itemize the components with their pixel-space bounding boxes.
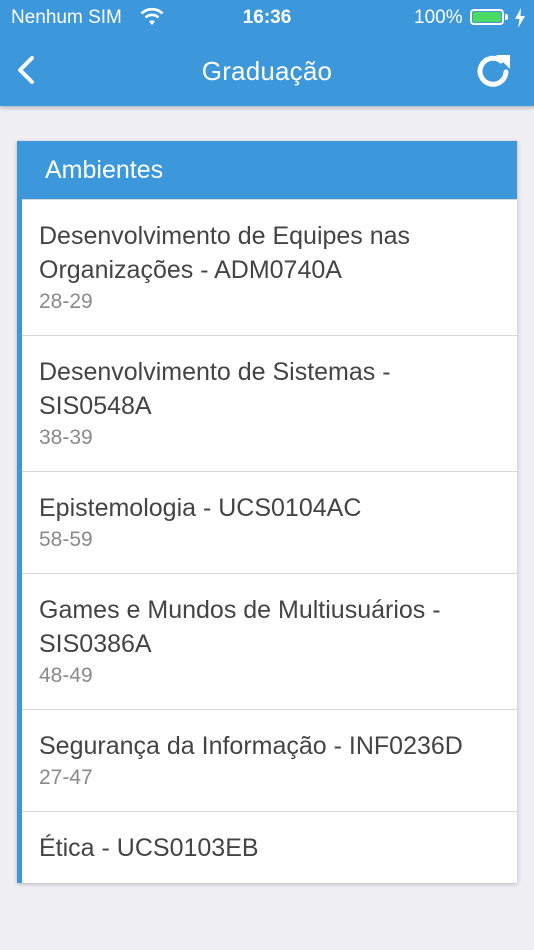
charging-bolt-icon — [515, 8, 525, 28]
item-subtitle: 27-47 — [39, 766, 93, 789]
item-title: Desenvolvimento de Equipes nas Organizaç… — [39, 222, 411, 284]
item-subtitle: 48-49 — [39, 664, 93, 687]
list-item[interactable]: Desenvolvimento de Sistemas - SIS0548A 3… — [22, 335, 517, 471]
refresh-icon — [477, 55, 510, 87]
list-item[interactable]: Games e Mundos de Multiusuários - SIS038… — [22, 573, 517, 709]
item-subtitle: 28-29 — [39, 290, 93, 313]
item-title: Ética - UCS0103EB — [39, 834, 259, 862]
item-title: Segurança da Informação - INF0236D — [39, 732, 463, 760]
item-title: Epistemologia - UCS0104AC — [39, 494, 362, 522]
battery-tip — [505, 14, 508, 20]
item-title: Games e Mundos de Multiusuários - SIS038… — [39, 596, 441, 658]
status-bar: Nenhum SIM 16:36 100% — [0, 0, 534, 36]
item-subtitle: 58-59 — [39, 528, 93, 551]
battery-percent: 100% — [414, 7, 463, 28]
list-item[interactable]: Epistemologia - UCS0104AC 58-59 — [22, 471, 517, 573]
item-subtitle: 38-39 — [39, 426, 93, 449]
navigation-bar: Graduação — [0, 36, 534, 106]
item-title: Desenvolvimento de Sistemas - SIS0548A — [39, 358, 391, 420]
section-header: Ambientes — [17, 141, 517, 199]
list-item[interactable]: Desenvolvimento de Equipes nas Organizaç… — [22, 199, 517, 335]
page-title: Graduação — [201, 56, 333, 86]
list-item[interactable]: Segurança da Informação - INF0236D 27-47 — [22, 709, 517, 811]
list-item[interactable]: Ética - UCS0103EB — [22, 811, 517, 883]
refresh-button[interactable] — [470, 49, 518, 93]
battery-icon — [470, 9, 504, 25]
environments-card: Ambientes Desenvolvimento de Equipes nas… — [17, 141, 517, 883]
app-header: Nenhum SIM 16:36 100% Graduação — [0, 0, 534, 106]
